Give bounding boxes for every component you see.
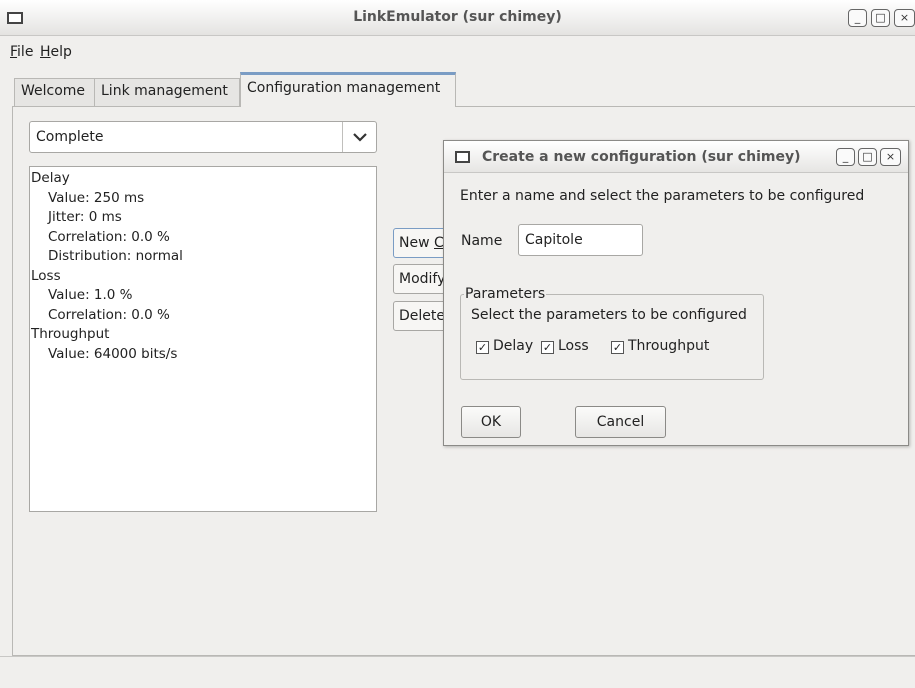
dialog-prompt: Enter a name and select the parameters t… [460,188,865,204]
dialog-title-bar[interactable]: Create a new configuration (sur chimey) … [444,141,908,173]
close-button[interactable]: × [894,9,915,27]
parameter-detail[interactable]: Distribution: normal [30,247,376,267]
parameter-detail[interactable]: Jitter: 0 ms [30,208,376,228]
create-configuration-dialog: Create a new configuration (sur chimey) … [443,140,909,446]
check-icon: ✓ [611,341,624,354]
configuration-select-value: Complete [36,129,104,145]
check-icon: ✓ [476,341,489,354]
chevron-down-icon [353,133,367,142]
tab-welcome[interactable]: Welcome [14,78,95,106]
menu-file[interactable]: File [10,44,33,60]
loss-checkbox-label: Loss [558,338,589,354]
parameters-list[interactable]: Delay Value: 250 ms Jitter: 0 ms Correlatio… [29,166,377,512]
cancel-button[interactable]: Cancel [575,406,666,438]
menu-help-label: elp [50,44,72,60]
dialog-minimize-button[interactable]: _ [836,148,855,166]
parameter-detail[interactable]: Value: 250 ms [30,189,376,209]
delay-checkbox[interactable]: ✓ Delay [476,338,533,354]
dialog-maximize-button[interactable]: □ [858,148,877,166]
throughput-checkbox-label: Throughput [628,338,710,354]
check-icon: ✓ [541,341,554,354]
parameters-group-description: Select the parameters to be configured [471,307,747,323]
parameter-detail[interactable]: Value: 1.0 % [30,286,376,306]
configuration-select[interactable]: Complete [29,121,377,153]
window-title: LinkEmulator (sur chimey) [353,9,562,25]
name-label: Name [461,233,503,249]
dropdown-button[interactable] [342,122,376,152]
parameter-category[interactable]: Delay [30,169,376,189]
menu-help-mnemonic: H [40,44,51,60]
tab-configuration-management[interactable]: Configuration management [240,72,456,107]
menu-file-label: ile [17,44,34,60]
dialog-window-menu-icon[interactable] [455,151,470,163]
parameter-detail[interactable]: Correlation: 0.0 % [30,228,376,248]
dialog-title: Create a new configuration (sur chimey) [482,149,801,165]
menu-bar: File Help [0,36,915,66]
delay-checkbox-label: Delay [493,338,534,354]
parameters-group-title: Parameters [464,286,547,302]
loss-checkbox[interactable]: ✓ Loss [541,338,589,354]
dialog-close-button[interactable]: × [880,148,901,166]
menu-help[interactable]: Help [40,44,72,60]
menu-file-mnemonic: F [10,44,18,60]
new-button-prefix: New [399,235,434,251]
parameter-category[interactable]: Throughput [30,325,376,345]
tab-link-management[interactable]: Link management [94,78,240,106]
main-title-bar[interactable]: LinkEmulator (sur chimey) _ □ × [0,0,915,36]
parameter-detail[interactable]: Correlation: 0.0 % [30,306,376,326]
throughput-checkbox[interactable]: ✓ Throughput [611,338,709,354]
ok-button[interactable]: OK [461,406,521,438]
parameter-category[interactable]: Loss [30,267,376,287]
status-bar [0,656,915,688]
parameter-detail[interactable]: Value: 64000 bits/s [30,345,376,365]
minimize-button[interactable]: _ [848,9,867,27]
maximize-button[interactable]: □ [871,9,890,27]
name-input[interactable]: Capitole [518,224,643,256]
